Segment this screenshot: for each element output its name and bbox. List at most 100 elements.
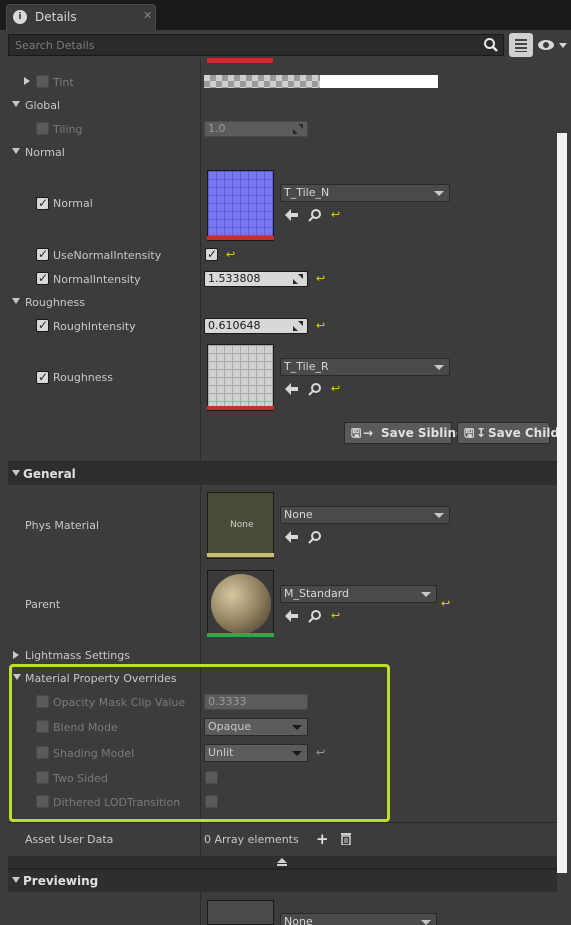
phys-material-thumb-label: None [230,520,254,530]
reset-to-default-icon[interactable]: ↩ [441,597,450,610]
check-icon: ✓ [207,247,218,261]
phys-material-dropdown[interactable]: None [280,506,450,524]
normal-group-label: Normal [25,146,65,159]
use-selected-arrow-icon[interactable] [285,610,299,625]
save-icon: 🖫 [464,426,475,440]
reset-to-default-icon[interactable]: ↩ [331,208,340,221]
tint-color-swatch-alpha[interactable] [204,75,320,88]
tint-checkbox[interactable] [36,75,49,88]
search-placeholder: Search Details [15,39,95,52]
texture-thumb-bottom [207,58,273,63]
use-selected-arrow-icon[interactable] [285,531,299,546]
global-group-label: Global [25,99,61,112]
trash-icon[interactable] [340,832,352,848]
rough-intensity-checkbox[interactable]: ✓ [36,318,49,332]
tiling-value-field[interactable]: 1.0 [204,121,308,137]
roughness-texture-thumbnail[interactable] [207,344,274,411]
normal-intensity-label: NormalIntensity [53,273,141,286]
chevron-down-icon [434,513,444,518]
column-divider[interactable] [200,892,201,925]
asset-type-strip [207,553,274,557]
phys-material-thumbnail[interactable]: None [207,492,274,559]
use-normal-intensity-value-checkbox[interactable]: ✓ [205,247,218,261]
details-tab-title: Details [35,10,77,24]
phys-material-label: Phys Material [25,519,100,532]
roughness-checkbox[interactable]: ✓ [36,370,49,384]
eye-icon [538,40,567,50]
general-section-title: General [23,467,76,481]
save-sibling-button[interactable]: 🖫 → Save Sibling [344,422,465,444]
tiling-checkbox[interactable] [36,122,49,135]
reset-to-default-icon[interactable]: ↩ [316,272,325,285]
preview-mesh-thumbnail[interactable] [207,900,274,925]
use-selected-arrow-icon[interactable] [285,209,299,224]
save-sibling-label: Save Sibling [381,426,465,440]
normal-checkbox[interactable]: ✓ [36,196,49,210]
roughness-texture-value: T_Tile_R [284,360,329,373]
phys-material-value: None [284,508,313,521]
rough-intensity-field[interactable]: 0.610648 [204,318,308,334]
normal-intensity-checkbox[interactable]: ✓ [36,271,49,285]
search-input[interactable]: Search Details [8,34,504,56]
details-tab[interactable]: i Details ✕ [6,4,156,30]
parent-material-thumbnail[interactable] [207,570,274,637]
search-icon[interactable] [483,37,499,56]
expand-arrow-icon[interactable] [24,77,30,85]
collapse-arrow-icon[interactable] [12,148,20,154]
check-icon: ✓ [38,196,49,210]
material-sphere-preview [211,574,271,634]
advanced-expander[interactable] [8,856,557,868]
save-child-label: Save Child [488,426,560,440]
reset-to-default-icon[interactable]: ↩ [331,382,340,395]
expand-arrow-icon[interactable] [13,651,19,659]
highlight-box [9,664,390,822]
normal-intensity-value: 1.533808 [208,272,261,285]
collapse-arrow-icon[interactable] [12,298,20,304]
collapse-arrow-icon[interactable] [12,877,20,883]
reset-to-default-icon[interactable]: ↩ [331,609,340,622]
normal-texture-thumbnail[interactable] [207,170,274,241]
browse-search-icon[interactable] [308,208,322,225]
browse-search-icon[interactable] [308,530,322,547]
drag-handle-icon [293,321,303,331]
asset-user-data-value: 0 Array elements [204,833,299,846]
arrow-down-icon: ↧ [476,426,487,440]
property-matrix-button[interactable] [509,33,533,57]
general-section-header[interactable] [8,463,557,485]
close-icon[interactable]: ✕ [143,9,152,22]
collapse-arrow-icon[interactable] [12,470,20,476]
reset-to-default-icon[interactable]: ↩ [226,248,235,261]
save-child-button[interactable]: 🖫 ↧ Save Child [457,422,559,444]
tint-color-swatch[interactable] [320,75,438,88]
row-separator [8,822,557,823]
roughness-texture-dropdown[interactable]: T_Tile_R [280,358,450,376]
use-selected-arrow-icon[interactable] [285,383,299,398]
view-options-button[interactable] [536,36,568,54]
add-element-icon[interactable]: + [316,830,329,848]
browse-search-icon[interactable] [308,609,322,626]
use-normal-intensity-checkbox[interactable]: ✓ [36,247,49,261]
collapse-arrow-icon[interactable] [12,101,20,107]
column-divider[interactable] [200,60,201,460]
parent-material-value: M_Standard [284,587,350,600]
preview-mesh-value: None [284,915,313,925]
parent-material-dropdown[interactable]: M_Standard [280,585,437,603]
check-icon: ✓ [38,247,49,261]
normal-intensity-field[interactable]: 1.533808 [204,271,308,287]
normal-texture-dropdown[interactable]: T_Tile_N [280,184,450,202]
tiling-label: Tiling [53,123,83,136]
rough-intensity-label: RoughIntensity [53,320,136,333]
tiling-value: 1.0 [208,122,226,135]
preview-mesh-dropdown[interactable]: None [280,913,437,925]
texture-type-strip [207,406,274,410]
drag-handle-icon [293,274,303,284]
check-icon: ✓ [38,318,49,332]
check-icon: ✓ [38,370,49,384]
vertical-scrollbar[interactable] [557,133,567,873]
browse-search-icon[interactable] [308,382,322,399]
normal-texture-value: T_Tile_N [284,186,330,199]
reset-to-default-icon[interactable]: ↩ [316,319,325,332]
previewing-section-title: Previewing [23,874,99,888]
info-icon: i [13,10,27,24]
check-icon: ✓ [38,271,49,285]
